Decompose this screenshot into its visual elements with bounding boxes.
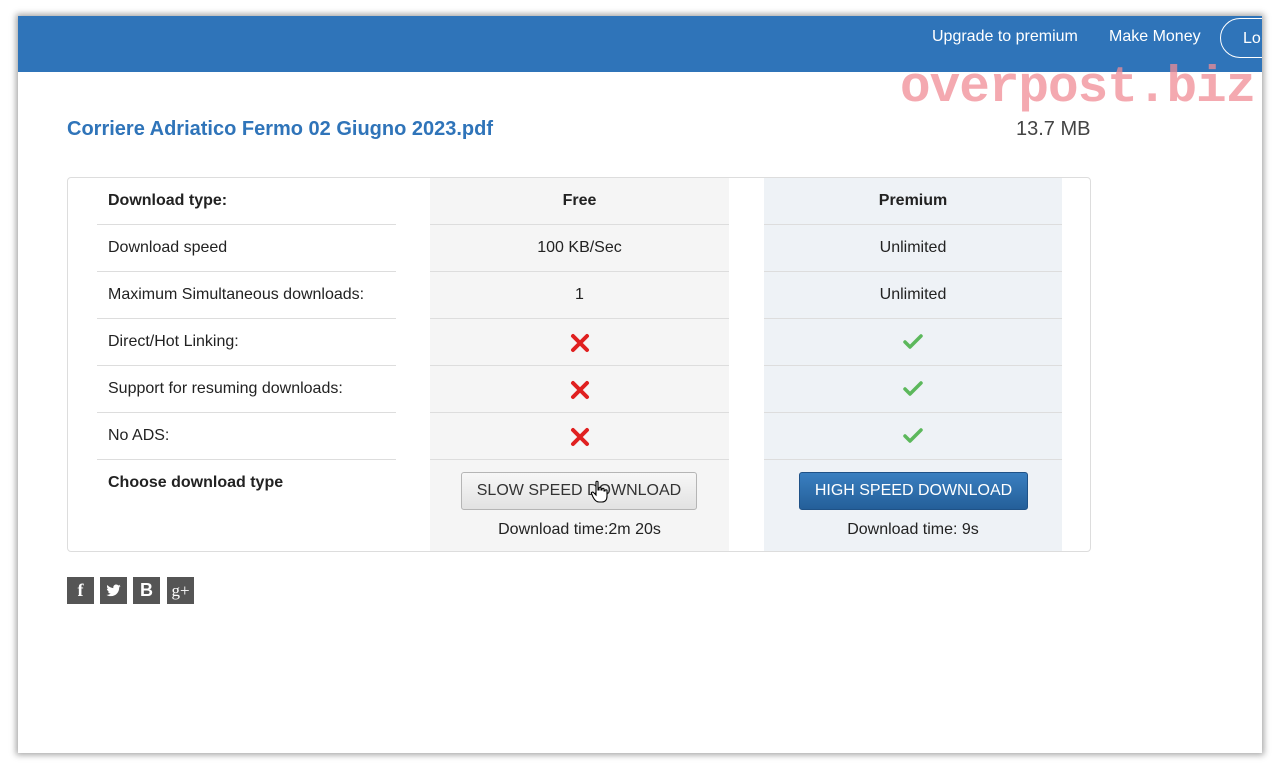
google-plus-share-button[interactable]: g+	[167, 577, 194, 604]
header-free: Free	[562, 192, 597, 209]
free-download-speed: 100 KB/Sec	[537, 239, 622, 256]
header-download-type: Download type:	[108, 192, 228, 209]
slow-download-button[interactable]: SLOW SPEED DOWNLOAD	[461, 472, 697, 510]
row-label-resume: Support for resuming downloads:	[108, 380, 343, 397]
file-title: Corriere Adriatico Fermo 02 Giugno 2023.…	[67, 118, 494, 140]
check-icon	[903, 381, 923, 396]
file-size: 13.7 MB	[1016, 118, 1091, 140]
check-icon	[903, 334, 923, 349]
hand-cursor-icon	[590, 480, 608, 503]
free-download-time: Download time:2m 20s	[498, 521, 661, 538]
cross-icon	[571, 334, 589, 352]
cross-icon	[571, 428, 589, 446]
header-premium: Premium	[878, 192, 948, 209]
row-label-download-speed: Download speed	[108, 239, 228, 256]
premium-download-time: Download time: 9s	[847, 521, 979, 538]
nav-upgrade-premium[interactable]: Upgrade to premium	[932, 28, 1078, 46]
watermark: overpost.biz	[900, 60, 1256, 117]
cross-icon	[571, 381, 589, 399]
twitter-share-button[interactable]	[100, 577, 127, 604]
nav-login-button[interactable]: Lo	[1220, 18, 1262, 58]
blogger-share-button[interactable]: B	[133, 577, 160, 604]
free-simultaneous: 1	[575, 286, 584, 303]
browser-window: Upgrade to premium Make Money Lo overpos…	[18, 16, 1262, 753]
check-icon	[903, 428, 923, 443]
row-label-no-ads: No ADS:	[108, 427, 170, 444]
premium-download-speed: Unlimited	[879, 239, 947, 256]
facebook-share-button[interactable]: f	[67, 577, 94, 604]
twitter-bird-icon	[106, 584, 121, 597]
nav-make-money[interactable]: Make Money	[1109, 28, 1201, 46]
row-label-simultaneous: Maximum Simultaneous downloads:	[108, 286, 365, 303]
choose-download-type: Choose download type	[108, 474, 284, 491]
row-label-hot-linking: Direct/Hot Linking:	[108, 333, 239, 350]
high-speed-download-button[interactable]: HIGH SPEED DOWNLOAD	[799, 472, 1028, 510]
download-comparison-panel: Download type: Free Premium Download spe…	[67, 177, 1091, 552]
premium-simultaneous: Unlimited	[879, 286, 947, 303]
